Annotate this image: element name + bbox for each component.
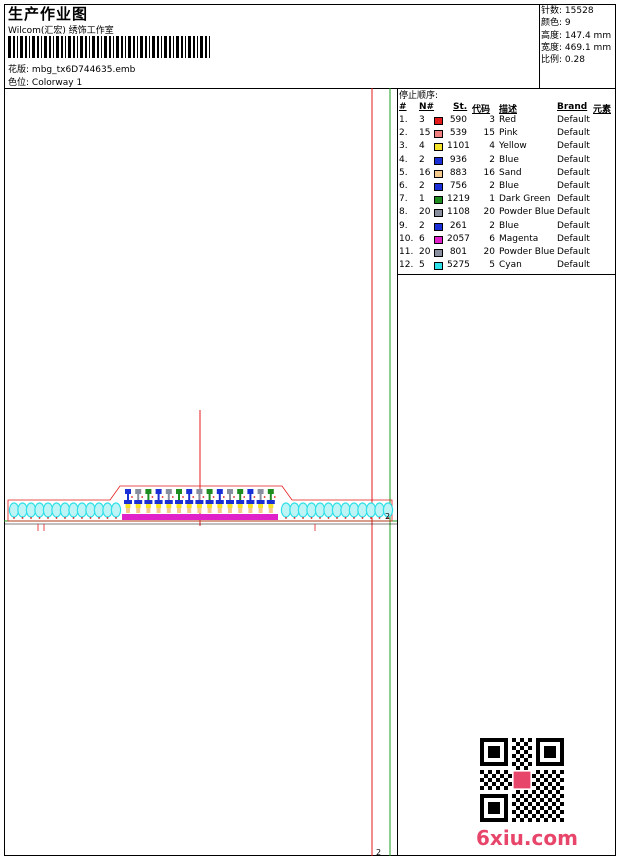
magenta-strip <box>122 514 278 520</box>
cyan-scallops-left <box>8 502 122 519</box>
bottom-edge-mark: 2 <box>376 848 382 857</box>
qr-code <box>480 738 564 822</box>
center-motif <box>124 489 276 513</box>
cyan-scallops-right <box>280 502 394 519</box>
watermark-logo: 6xiu.com <box>476 826 578 850</box>
right-edge-mark: 2 <box>385 512 391 521</box>
embroidery-preview <box>4 88 397 856</box>
